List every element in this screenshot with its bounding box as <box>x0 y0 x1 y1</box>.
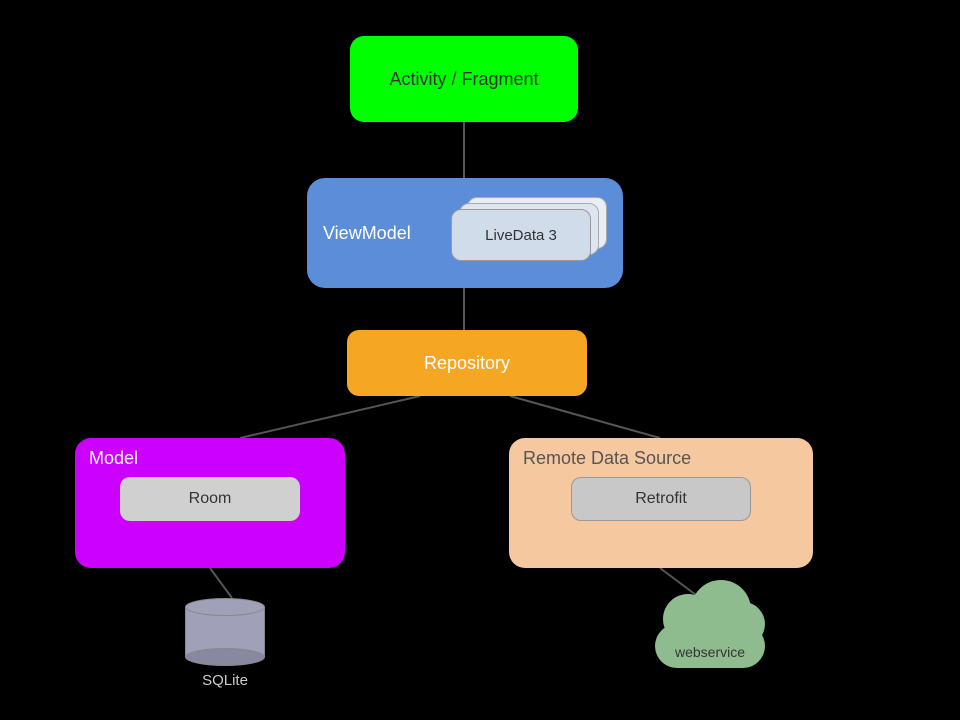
livedata-card-3: LiveData 3 <box>451 209 591 261</box>
retrofit-card: Retrofit <box>571 477 751 521</box>
activity-fragment-label: Activity / Fragment <box>389 69 538 90</box>
remote-data-source-label: Remote Data Source <box>523 448 799 469</box>
sqlite-cylinder <box>185 598 265 666</box>
model-box: Model Room <box>75 438 345 568</box>
cylinder-top <box>185 598 265 616</box>
diagram-container: Activity / Fragment ViewModel LiveData 3… <box>0 0 960 720</box>
sqlite-container: SQLite <box>185 598 265 689</box>
viewmodel-box: ViewModel LiveData 3 <box>307 178 623 288</box>
remote-data-source-box: Remote Data Source Retrofit <box>509 438 813 568</box>
repository-box: Repository <box>347 330 587 396</box>
model-label: Model <box>89 448 331 469</box>
livedata-stack: LiveData 3 <box>447 197 607 269</box>
retrofit-label: Retrofit <box>635 490 687 508</box>
activity-fragment-box: Activity / Fragment <box>350 36 578 122</box>
sqlite-label: SQLite <box>202 672 248 689</box>
livedata-label: LiveData 3 <box>485 227 557 244</box>
repository-label: Repository <box>424 353 510 374</box>
webservice-label: webservice <box>645 644 775 660</box>
cylinder-bottom <box>185 648 265 666</box>
room-label: Room <box>189 490 232 508</box>
webservice-container: webservice <box>645 598 775 668</box>
viewmodel-label: ViewModel <box>323 223 411 244</box>
webservice-cloud: webservice <box>645 598 775 668</box>
room-card: Room <box>120 477 300 521</box>
